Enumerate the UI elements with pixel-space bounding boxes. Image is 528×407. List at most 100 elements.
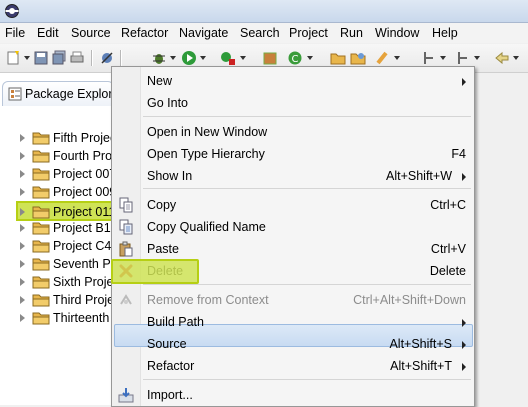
project-folder-icon [32,132,50,145]
submenu-arrow-icon [462,78,466,86]
menu-item-go-into[interactable]: Go Into [112,92,474,114]
external-tools-dropdown-arrow[interactable] [240,56,246,60]
eclipse-app-icon[interactable] [4,3,20,19]
menu-navigate[interactable]: Navigate [179,26,228,40]
expand-triangle-icon[interactable] [20,278,25,286]
menu-item-label: Source [147,337,187,351]
previous-annotation-dropdown-arrow[interactable] [474,56,480,60]
menu-item-new[interactable]: New [112,70,474,92]
menu-item-label: New [147,74,173,88]
menu-item-copy[interactable]: Copy Ctrl+C [112,194,474,216]
menu-project[interactable]: Project [289,26,328,40]
new-dropdown-arrow[interactable] [24,56,30,60]
project-folder-icon [32,240,50,253]
project-tree-item[interactable]: Project 009 [18,183,112,201]
new-file-icon[interactable] [5,50,21,66]
project-tree-item-selected[interactable]: Project 011 [16,201,116,221]
previous-annotation-icon[interactable] [455,50,471,66]
expand-triangle-icon[interactable] [20,134,25,142]
external-tools-icon[interactable] [220,50,236,66]
project-tree-item[interactable]: Sixth Projec [18,273,112,291]
menu-item-import[interactable]: Import... [112,384,474,406]
menu-edit[interactable]: Edit [37,26,59,40]
menu-window[interactable]: Window [375,26,419,40]
next-annotation-icon[interactable] [421,50,437,66]
print-icon[interactable] [69,50,85,66]
open-task-icon[interactable] [350,50,366,66]
expand-triangle-icon[interactable] [20,260,25,268]
menu-item-source[interactable]: Source Alt+Shift+S [112,333,474,355]
project-tree-item[interactable]: Seventh Pro [18,255,112,273]
run-dropdown-arrow[interactable] [200,56,206,60]
menu-help[interactable]: Help [432,26,458,40]
new-java-package-icon[interactable] [262,50,278,66]
open-type-icon[interactable] [330,50,346,66]
debug-dropdown-arrow[interactable] [170,56,176,60]
expand-triangle-icon[interactable] [20,208,25,216]
save-all-icon[interactable] [51,50,67,66]
save-icon[interactable] [33,50,49,66]
project-tree-item[interactable]: Thirteenth [18,309,112,327]
menu-item-label: Show In [147,169,193,183]
menu-search[interactable]: Search [240,26,280,40]
paste-icon [119,241,133,257]
copy-qualified-icon [119,219,133,235]
debug-icon[interactable] [151,50,167,66]
menu-item-shortcut: F4 [451,147,466,161]
menu-item-copy-qualified-name[interactable]: Copy Qualified Name [112,216,474,238]
project-folder-icon [32,258,50,271]
expand-triangle-icon[interactable] [20,296,25,304]
project-folder-icon [32,276,50,289]
project-tree-item[interactable]: Third Proje [18,291,112,309]
menu-item-open-type-hierarchy[interactable]: Open Type Hierarchy F4 [112,143,474,165]
project-tree-item-label: Fourth Proj [53,149,112,163]
expand-triangle-icon[interactable] [20,224,25,232]
menu-item-shortcut: Ctrl+V [430,242,466,256]
menu-run[interactable]: Run [340,26,363,40]
expand-triangle-icon[interactable] [20,314,25,322]
window-title-bar [0,0,528,23]
back-arrow-icon[interactable] [494,50,510,66]
project-tree-item-label: Project B10 [53,221,112,235]
menu-item-shortcut: Alt+Shift+T [390,359,452,373]
package-explorer-tab[interactable]: Package Explor [2,81,114,106]
menu-item-show-in[interactable]: Show In Alt+Shift+W [112,165,474,187]
back-dropdown-arrow[interactable] [513,56,519,60]
menu-source[interactable]: Source [71,26,111,40]
expand-triangle-icon[interactable] [20,170,25,178]
project-folder-icon [32,168,50,181]
project-tree-item[interactable]: Project C4 [18,237,112,255]
menu-item-paste[interactable]: Paste Ctrl+V [112,238,474,260]
expand-triangle-icon[interactable] [20,242,25,250]
menu-refactor[interactable]: Refactor [121,26,168,40]
menu-item-shortcut: Alt+Shift+S [389,337,452,351]
expand-triangle-icon[interactable] [20,188,25,196]
search-dropdown-arrow[interactable] [394,56,400,60]
next-annotation-dropdown-arrow[interactable] [440,56,446,60]
menu-item-label: Copy [147,198,177,212]
menu-item-label: Copy Qualified Name [147,220,266,234]
search-icon[interactable] [375,50,391,66]
expand-triangle-icon[interactable] [20,152,25,160]
menu-item-refactor[interactable]: Refactor Alt+Shift+T [112,355,474,377]
menu-item-label: Build Path [147,315,204,329]
new-java-class-icon[interactable]: C [287,50,303,66]
menu-bar: File Edit Source Refactor Navigate Searc… [0,23,528,43]
project-folder-icon [32,206,50,219]
new-class-dropdown-arrow[interactable] [307,56,313,60]
menu-item-shortcut: Ctrl+C [430,198,466,212]
submenu-arrow-icon [462,341,466,349]
toolbar-separator [120,50,122,66]
menu-item-open-in-new-window[interactable]: Open in New Window [112,121,474,143]
project-tree-item[interactable]: Project 007 [18,165,112,183]
project-tree-item[interactable]: Fifth Projec [18,129,112,147]
menu-item-shortcut: Ctrl+Alt+Shift+Down [353,293,466,307]
project-folder-icon [32,222,50,235]
submenu-arrow-icon [462,173,466,181]
menu-file[interactable]: File [5,26,25,40]
run-icon[interactable] [181,50,197,66]
menu-item-build-path[interactable]: Build Path [112,311,474,333]
project-tree-item[interactable]: Fourth Proj [18,147,112,165]
project-tree-item[interactable]: Project B10 [18,219,112,237]
skip-breakpoints-icon[interactable] [99,50,115,66]
